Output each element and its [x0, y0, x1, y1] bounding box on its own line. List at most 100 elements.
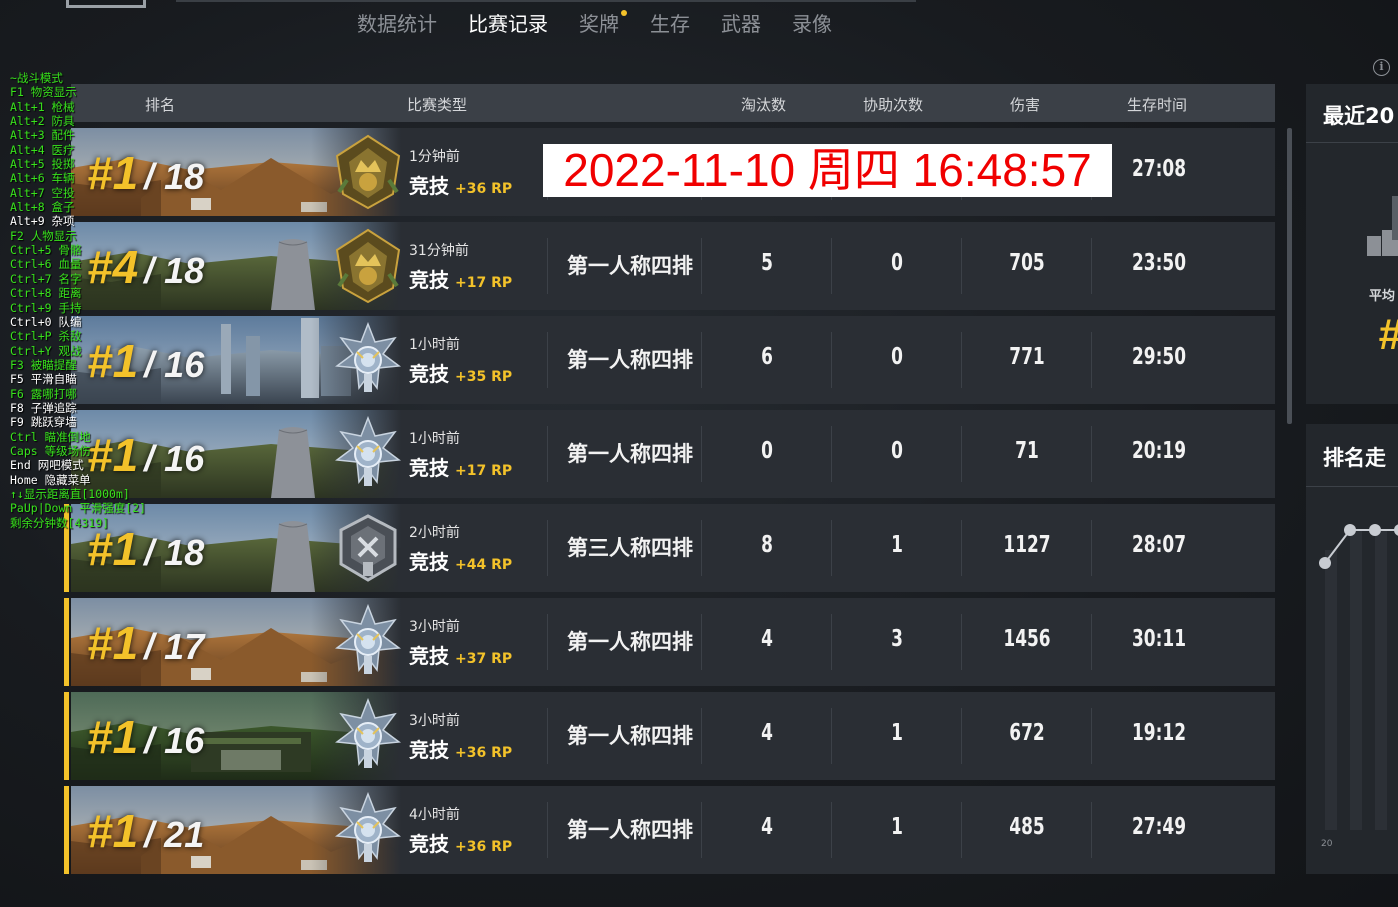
- overlay-menu-line: F9 跳跃穿墙: [10, 415, 77, 430]
- survival-time: 30:11: [1131, 626, 1187, 652]
- trend-point[interactable]: [1369, 524, 1381, 536]
- overlay-menu-line: Ctrl+6 血量: [10, 257, 82, 272]
- tab-match-history[interactable]: 比赛记录: [468, 8, 548, 38]
- mode-label: 竞技: [409, 362, 449, 386]
- tab-replays[interactable]: 录像: [792, 8, 832, 38]
- header-match-type[interactable]: 比赛类型: [407, 94, 467, 115]
- column-divider: [701, 426, 702, 482]
- column-divider: [547, 802, 548, 858]
- damage-value: 705: [1009, 250, 1045, 276]
- column-divider: [701, 238, 702, 294]
- match-row[interactable]: #1/ 16 1小时前 竞技 +17 RP 第一人称四排 0 0 71 20:19: [71, 410, 1275, 498]
- scrollbar[interactable]: [1287, 128, 1292, 424]
- rank-position: #1: [87, 711, 139, 763]
- header-survival[interactable]: 生存时间: [1127, 94, 1187, 115]
- rank-trend-chart: [1319, 524, 1398, 830]
- overlay-menu-line: Alt+3 配件: [10, 128, 75, 143]
- overlay-menu-line: Caps 等级场伤: [10, 443, 91, 458]
- trend-point[interactable]: [1394, 524, 1398, 536]
- header-damage[interactable]: 伤害: [1010, 94, 1040, 115]
- average-rank-value: #: [1378, 310, 1398, 360]
- column-divider: [547, 238, 548, 294]
- damage-value: 71: [1015, 438, 1039, 464]
- header-kills[interactable]: 淘汰数: [741, 94, 786, 115]
- rank-total: / 18: [144, 156, 205, 197]
- trend-point[interactable]: [1344, 524, 1356, 536]
- panel-divider: [1306, 486, 1398, 487]
- overlay-menu-line: F2 人物显示: [10, 228, 77, 243]
- rank-total: / 18: [144, 532, 205, 573]
- overlay-menu-line: End 网吧模式: [10, 458, 84, 473]
- trend-point[interactable]: [1319, 557, 1331, 569]
- match-row[interactable]: #1/ 16 1小时前 竞技 +35 RP 第一人称四排 6 0 771 29:5…: [71, 316, 1275, 404]
- mode-line: 竞技 +17 RP: [409, 264, 512, 293]
- table-header: 排名 比赛类型 淘汰数 协助次数 伤害 生存时间: [71, 84, 1275, 122]
- overlay-menu-line: Home 隐藏菜单: [10, 472, 91, 487]
- crown-medal-icon: [333, 134, 403, 210]
- tab-statistics[interactable]: 数据统计: [357, 8, 437, 38]
- rank-total: / 17: [144, 626, 205, 667]
- kills-value: 4: [761, 814, 773, 840]
- match-type: 第一人称四排: [567, 442, 693, 466]
- survival-time: 19:12: [1131, 720, 1187, 746]
- tab-weapons[interactable]: 武器: [721, 8, 761, 38]
- assists-value: 1: [891, 720, 903, 746]
- mode-line: 竞技 +36 RP: [409, 170, 512, 199]
- column-divider: [1091, 426, 1092, 482]
- survival-time: 27:08: [1131, 156, 1187, 182]
- mode-line: 竞技 +17 RP: [409, 452, 512, 481]
- mode-label: 竞技: [409, 644, 449, 668]
- rank-display: #1/ 21: [87, 804, 204, 858]
- match-row[interactable]: #1/ 16 3小时前 竞技 +36 RP 第一人称四排 4 1 672 19:1…: [64, 692, 1275, 780]
- platinum-medal-icon: [333, 510, 403, 586]
- overlay-menu-line: F1 物资显示: [10, 85, 77, 100]
- time-ago: 31分钟前: [409, 243, 469, 259]
- header-assists[interactable]: 协助次数: [863, 94, 923, 115]
- diamond-medal-icon: [333, 415, 403, 492]
- damage-value: 1127: [1003, 532, 1051, 558]
- rank-total: / 16: [144, 438, 205, 479]
- column-divider: [1091, 614, 1092, 670]
- match-row[interactable]: #1/ 17 3小时前 竞技 +37 RP 第一人称四排 4 3 1456 30:…: [64, 598, 1275, 686]
- survival-time: 28:07: [1131, 532, 1187, 558]
- column-divider: [831, 238, 832, 294]
- match-row[interactable]: #1/ 21 4小时前 竞技 +36 RP 第一人称四排 4 1 485 27:4…: [64, 786, 1275, 874]
- mode-label: 竞技: [409, 174, 449, 198]
- damage-value: 1456: [1003, 626, 1051, 652]
- column-divider: [547, 332, 548, 388]
- column-divider: [547, 426, 548, 482]
- column-divider: [1091, 708, 1092, 764]
- diamond-medal-icon: [333, 603, 403, 680]
- column-divider: [547, 708, 548, 764]
- damage-value: 485: [1009, 814, 1045, 840]
- column-divider: [961, 614, 962, 670]
- rp-gain: +17 RP: [455, 463, 513, 479]
- rp-gain: +44 RP: [455, 557, 513, 573]
- match-type: 第一人称四排: [567, 254, 693, 278]
- survival-time: 27:49: [1131, 814, 1187, 840]
- header-rank[interactable]: 排名: [145, 94, 175, 115]
- match-row[interactable]: #4/ 18 31分钟前 竞技 +17 RP 第一人称四排 5 0 705 23:…: [71, 222, 1275, 310]
- overlay-menu-line: F5 平滑自瞄: [10, 372, 77, 387]
- overlay-menu-line: Alt+8 盒子: [10, 200, 75, 215]
- rank-total: / 21: [144, 814, 205, 855]
- overlay-hotkey-menu: ~战斗模式 F1 物资显示 Alt+1 枪械 Alt+2 防具 Alt+3 配件 Alt+…: [10, 71, 146, 530]
- rank-display: #1/ 18: [87, 522, 204, 576]
- time-ago: 3小时前: [409, 713, 460, 729]
- column-divider: [1091, 238, 1092, 294]
- kills-value: 8: [761, 532, 773, 558]
- overlay-menu-line: Ctrl+Y 观战: [10, 343, 82, 358]
- column-divider: [701, 802, 702, 858]
- overlay-menu-line: Alt+1 枪械: [10, 99, 75, 114]
- match-row[interactable]: #1/ 18 2小时前 竞技 +44 RP 第三人称四排 8 1 1127 28:…: [64, 504, 1275, 592]
- tab-medals[interactable]: 奖牌: [579, 8, 627, 38]
- info-icon[interactable]: i: [1373, 59, 1390, 76]
- mode-line: 竞技 +37 RP: [409, 640, 512, 669]
- time-ago: 4小时前: [409, 807, 460, 823]
- rank-position: #1: [87, 523, 139, 575]
- mode-line: 竞技 +36 RP: [409, 828, 512, 857]
- assists-value: 0: [891, 344, 903, 370]
- tab-survival[interactable]: 生存: [650, 8, 690, 38]
- rank-display: #1/ 17: [87, 616, 204, 670]
- damage-value: 672: [1009, 720, 1045, 746]
